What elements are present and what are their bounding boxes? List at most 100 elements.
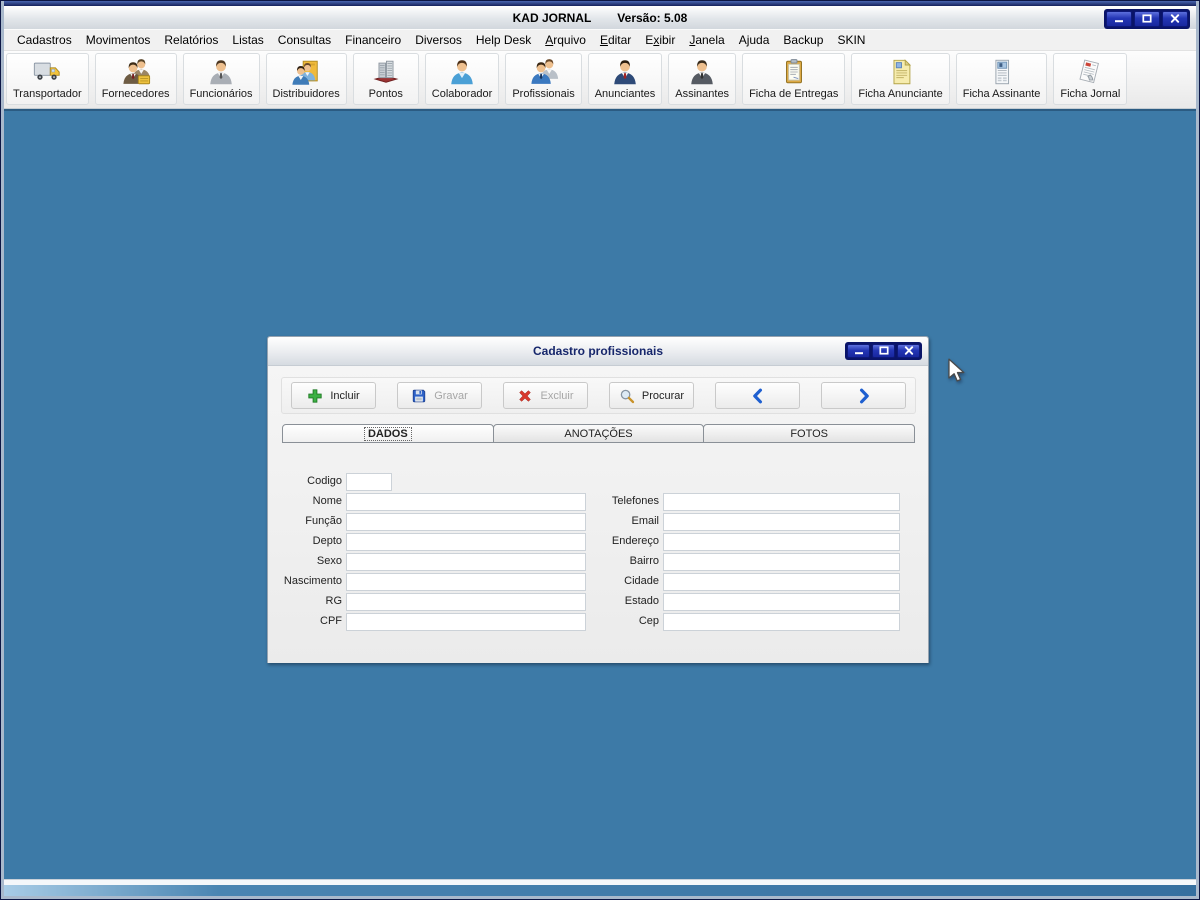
toolbar-button-ficha-anunciante[interactable]: Ficha Anunciante [851, 53, 950, 105]
save-icon [411, 388, 427, 404]
maximize-icon [1142, 10, 1152, 28]
form-row-telefones: Telefones [268, 493, 928, 511]
tab-label: ANOTAÇÕES [564, 427, 633, 440]
maximize-button[interactable] [872, 344, 895, 358]
app-version: Versão: 5.08 [617, 10, 688, 25]
clipboard-icon [779, 57, 809, 87]
form-row-cep: Cep [268, 613, 928, 631]
child-window-cadastro-profissionais: Cadastro profissionais Incluir Gravar Excl… [267, 336, 929, 663]
building-icon [371, 57, 401, 87]
menu-item-skin[interactable]: SKIN [830, 31, 872, 49]
tab-anotacoes[interactable]: ANOTAÇÕES [492, 424, 705, 443]
minimize-button[interactable] [1106, 11, 1132, 27]
field-label-endereco: Endereço [611, 535, 659, 547]
tab-dados[interactable]: DADOS [282, 424, 494, 443]
field-label-estado: Estado [624, 595, 659, 607]
field-bairro-input[interactable] [663, 553, 900, 571]
close-icon [1170, 10, 1180, 28]
field-label-email: Email [631, 515, 659, 527]
status-bar [4, 879, 1196, 896]
employee-icon [206, 57, 236, 87]
toolbar-button-label: Anunciantes [594, 88, 656, 100]
child-window-controls [845, 342, 922, 360]
menu-item-janela[interactable]: Janela [682, 31, 731, 49]
tab-fotos[interactable]: FOTOS [703, 424, 916, 443]
button-label: Excluir [540, 389, 574, 402]
menu-item-diversos[interactable]: Diversos [408, 31, 469, 49]
menu-bar: Cadastros Movimentos Relatórios Listas Consu… [4, 29, 1196, 51]
record-actions-toolbar: Incluir Gravar Excluir Procurar [281, 377, 916, 414]
toolbar-button-transportador[interactable]: Transportador [6, 53, 89, 105]
toolbar-button-assinantes[interactable]: Assinantes [668, 53, 737, 105]
menu-item-financeiro[interactable]: Financeiro [338, 31, 408, 49]
menu-item-listas[interactable]: Listas [225, 31, 270, 49]
field-label-cidade: Cidade [624, 575, 659, 587]
minimize-button[interactable] [847, 344, 870, 358]
toolbar-button-funcionarios[interactable]: Funcionários [182, 53, 260, 105]
toolbar-button-ficha-jornal[interactable]: Ficha Jornal [1053, 53, 1128, 105]
close-button[interactable] [897, 344, 920, 358]
tab-strip: DADOS ANOTAÇÕES FOTOS [282, 424, 916, 443]
menu-item-exibir[interactable]: Exibir [638, 31, 682, 49]
chevron-left-icon [750, 388, 766, 404]
menu-item-movimentos[interactable]: Movimentos [79, 31, 158, 49]
field-email-input[interactable] [663, 513, 900, 531]
child-window-title: Cadastro profissionais [532, 344, 664, 358]
toolbar-button-distribuidores[interactable]: Distribuidores [265, 53, 347, 105]
field-cep-input[interactable] [663, 613, 900, 631]
menu-item-consultas[interactable]: Consultas [271, 31, 338, 49]
toolbar-button-label: Ficha de Entregas [749, 88, 839, 100]
child-titlebar[interactable]: Cadastro profissionais [268, 337, 928, 366]
form-row-email: Email [268, 513, 928, 531]
newspaper-icon [1075, 57, 1105, 87]
close-icon [904, 342, 914, 360]
toolbar-button-ficha-de-entregas[interactable]: Ficha de Entregas [742, 53, 846, 105]
form-row-cidade: Cidade [268, 573, 928, 591]
toolbar-button-fornecedores[interactable]: Fornecedores [94, 53, 177, 105]
toolbar-button-colaborador[interactable]: Colaborador [424, 53, 500, 105]
field-estado-input[interactable] [663, 593, 900, 611]
toolbar-button-ficha-assinante[interactable]: Ficha Assinante [955, 53, 1048, 105]
field-endereco-input[interactable] [663, 533, 900, 551]
suppliers-icon [121, 57, 151, 87]
status-bar-bottom [4, 885, 1196, 896]
form-row-bairro: Bairro [268, 553, 928, 571]
menu-item-cadastros[interactable]: Cadastros [10, 31, 79, 49]
incluir-button[interactable]: Incluir [291, 382, 376, 409]
add-icon [307, 388, 323, 404]
delete-icon [517, 388, 533, 404]
field-codigo-input[interactable] [346, 473, 392, 491]
field-telefones-input[interactable] [663, 493, 900, 511]
menu-item-ajuda[interactable]: Ajuda [732, 31, 777, 49]
main-window-controls [1104, 9, 1190, 29]
menu-item-backup[interactable]: Backup [776, 31, 830, 49]
maximize-icon [878, 342, 889, 360]
form-row-codigo: Codigo [268, 473, 928, 491]
gravar-button[interactable]: Gravar [397, 382, 482, 409]
subscriber-sheet-icon [987, 57, 1017, 87]
toolbar-button-pontos[interactable]: Pontos [352, 53, 419, 105]
toolbar-button-profissionais[interactable]: Profissionais [505, 53, 582, 105]
procurar-button[interactable]: Procurar [609, 382, 694, 409]
chevron-left-button[interactable] [715, 382, 800, 409]
main-titlebar[interactable]: KAD JORNAL Versão: 5.08 [4, 6, 1196, 29]
toolbar-button-label: Fornecedores [101, 88, 170, 100]
main-toolbar: Transportador Fornecedores Funcionários Dis… [4, 51, 1196, 109]
maximize-button[interactable] [1134, 11, 1160, 27]
field-cidade-input[interactable] [663, 573, 900, 591]
toolbar-button-label: Assinantes [675, 88, 730, 100]
minimize-icon [854, 342, 864, 360]
professionals-icon [529, 57, 559, 87]
distributors-icon [291, 57, 321, 87]
close-button[interactable] [1162, 11, 1188, 27]
field-label-telefones: Telefones [611, 495, 659, 507]
menu-item-arquivo[interactable]: Arquivo [538, 31, 593, 49]
menu-item-help-desk[interactable]: Help Desk [469, 31, 538, 49]
toolbar-button-anunciantes[interactable]: Anunciantes [587, 53, 663, 105]
excluir-button[interactable]: Excluir [503, 382, 588, 409]
menu-item-editar[interactable]: Editar [593, 31, 638, 49]
menu-item-relatorios[interactable]: Relatórios [157, 31, 225, 49]
chevron-right-icon [856, 388, 872, 404]
minimize-icon [1114, 10, 1124, 28]
chevron-right-button[interactable] [821, 382, 906, 409]
